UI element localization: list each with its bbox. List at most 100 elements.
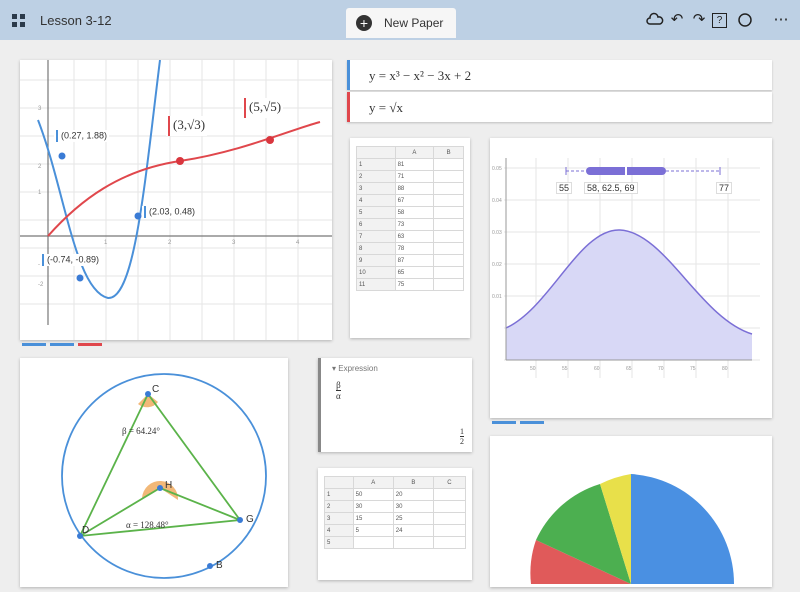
graph-card[interactable]: 321 -1-2 1234 (0.27, 1.88) (2.03, 0.48) … [20, 59, 332, 340]
distribution-card[interactable]: 0.05 0.04 0.03 0.02 0.01 50 55 60 65 70 75 80 55… [490, 138, 772, 418]
expression-row-1[interactable]: y = x³ − x² − 3x + 2 [347, 60, 772, 90]
table-cell[interactable] [433, 170, 464, 183]
tab-label: New Paper [384, 16, 444, 30]
table-cell[interactable] [352, 536, 394, 549]
pie-chart[interactable] [490, 436, 772, 587]
table-cell[interactable] [433, 242, 464, 255]
row-number[interactable]: 1 [324, 488, 354, 501]
expression-header[interactable]: ▾ Expression [332, 364, 378, 373]
table-cell[interactable]: 30 [352, 500, 394, 513]
expression-text[interactable]: y = √x [369, 100, 403, 116]
table-cell[interactable] [433, 194, 464, 207]
spreadsheet-2-table[interactable]: A B C 1 50 20 2 30 30 3 15 25 4 5 24 5 [324, 476, 467, 549]
more-icon[interactable]: ⋯ [768, 11, 794, 29]
svg-text:0.01: 0.01 [492, 294, 502, 300]
table-cell[interactable]: 58 [394, 206, 435, 219]
point-2 [134, 212, 142, 220]
row-number[interactable]: 8 [356, 242, 396, 255]
expression-row-2[interactable]: y = √x [347, 92, 772, 122]
spreadsheet-2-column-header[interactable]: A [352, 476, 394, 489]
table-cell[interactable] [392, 536, 434, 549]
row-number[interactable]: 5 [324, 536, 354, 549]
table-cell[interactable] [433, 182, 464, 195]
geometry-card[interactable]: C H D G B β = 64.24° α = 128.48° [20, 358, 288, 587]
table-cell[interactable] [432, 512, 467, 525]
svg-text:0.04: 0.04 [492, 198, 502, 204]
row-number[interactable]: 2 [324, 500, 354, 513]
table-row: 6 73 [356, 218, 464, 231]
table-cell[interactable]: 65 [394, 266, 435, 279]
table-cell[interactable] [432, 488, 467, 501]
table-cell[interactable]: 75 [394, 278, 435, 291]
table-cell[interactable]: 5 [352, 524, 394, 537]
vertex-h [157, 485, 163, 491]
row-number[interactable]: 3 [324, 512, 354, 525]
spreadsheet-2[interactable]: A B C 1 50 20 2 30 30 3 15 25 4 5 24 5 [318, 468, 472, 580]
table-cell[interactable]: 71 [394, 170, 435, 183]
row-number[interactable]: 1 [356, 158, 396, 171]
spreadsheet-1-column-header[interactable]: A [394, 146, 435, 159]
table-cell[interactable]: 87 [394, 254, 435, 267]
table-cell[interactable]: 78 [394, 242, 435, 255]
table-cell[interactable] [433, 278, 464, 291]
row-number[interactable]: 10 [356, 266, 396, 279]
spreadsheet-2-column-header[interactable] [324, 476, 354, 489]
redo-icon[interactable]: ↷ [690, 11, 708, 29]
table-cell[interactable] [433, 218, 464, 231]
table-cell[interactable]: 50 [352, 488, 394, 501]
spreadsheet-1[interactable]: A B 1 81 2 71 3 88 4 67 5 58 6 73 7 63 8 78 9 87 10 65 11 75 [350, 138, 470, 338]
spreadsheet-2-column-header[interactable]: C [432, 476, 467, 489]
row-number[interactable]: 7 [356, 230, 396, 243]
row-number[interactable]: 5 [356, 206, 396, 219]
row-number[interactable]: 9 [356, 254, 396, 267]
expression-text[interactable]: y = x³ − x² − 3x + 2 [369, 68, 471, 84]
table-cell[interactable] [432, 500, 467, 513]
table-row: 3 88 [356, 182, 464, 195]
lesson-title[interactable]: Lesson 3-12 [40, 13, 112, 28]
row-number[interactable]: 4 [356, 194, 396, 207]
table-cell[interactable] [433, 230, 464, 243]
undo-icon[interactable]: ↶ [668, 11, 686, 29]
distribution-plot[interactable]: 0.05 0.04 0.03 0.02 0.01 50 55 60 65 70 75 80 [490, 138, 772, 418]
expression-fraction[interactable]: β α [336, 380, 341, 401]
circle-tool-icon[interactable] [736, 11, 754, 29]
expression-color-bar [347, 92, 350, 122]
table-cell[interactable] [432, 524, 467, 537]
vertex-label-g: G [246, 514, 254, 525]
svg-text:4: 4 [296, 240, 300, 246]
table-cell[interactable]: 88 [394, 182, 435, 195]
spreadsheet-1-table[interactable]: A B 1 81 2 71 3 88 4 67 5 58 6 73 7 63 8 78 9 87 10 65 11 75 [356, 146, 464, 291]
table-cell[interactable]: 24 [392, 524, 434, 537]
table-cell[interactable] [433, 266, 464, 279]
table-cell[interactable]: 73 [394, 218, 435, 231]
table-cell[interactable] [432, 536, 467, 549]
spreadsheet-1-column-header[interactable] [356, 146, 396, 159]
table-cell[interactable]: 30 [392, 500, 434, 513]
row-number[interactable]: 6 [356, 218, 396, 231]
table-cell[interactable] [433, 158, 464, 171]
graph-canvas[interactable]: 321 -1-2 1234 [20, 59, 332, 340]
table-cell[interactable]: 25 [392, 512, 434, 525]
row-number[interactable]: 4 [324, 524, 354, 537]
table-cell[interactable]: 15 [352, 512, 394, 525]
table-cell[interactable]: 81 [394, 158, 435, 171]
expression-card[interactable]: ▾ Expression β α 1 2 [318, 358, 472, 452]
table-cell[interactable]: 67 [394, 194, 435, 207]
spreadsheet-2-column-header[interactable]: B [392, 476, 434, 489]
row-number[interactable]: 3 [356, 182, 396, 195]
table-cell[interactable] [433, 254, 464, 267]
add-paper-icon[interactable]: + [356, 15, 372, 31]
row-number[interactable]: 11 [356, 278, 396, 291]
point-1 [58, 152, 66, 160]
table-cell[interactable]: 63 [394, 230, 435, 243]
box-min-label: 55 [556, 182, 573, 194]
table-cell[interactable]: 20 [392, 488, 434, 501]
spreadsheet-1-column-header[interactable]: B [433, 146, 464, 159]
table-cell[interactable] [433, 206, 464, 219]
help-icon[interactable]: ? [712, 13, 727, 28]
cloud-sync-icon[interactable] [646, 11, 664, 29]
pie-card[interactable] [490, 436, 772, 587]
row-number[interactable]: 2 [356, 170, 396, 183]
tab-new-paper[interactable]: + New Paper [346, 8, 456, 38]
apps-grid-icon[interactable] [12, 14, 26, 28]
